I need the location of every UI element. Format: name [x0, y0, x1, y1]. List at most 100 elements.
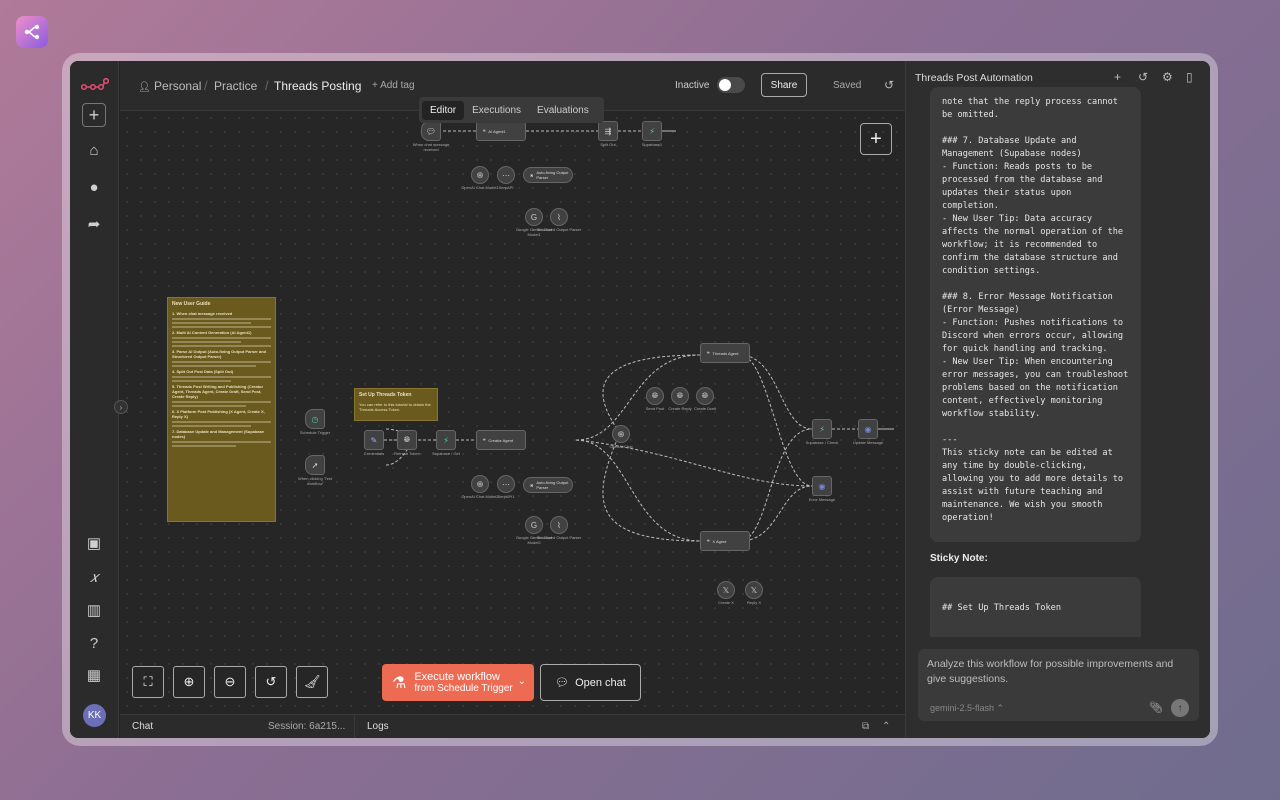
share-button[interactable]: Share	[761, 73, 807, 97]
node-creator-agent[interactable]: 🤖︎ Creator Agent	[476, 430, 526, 450]
tools-icon: ✖	[530, 172, 534, 178]
breadcrumb-practice[interactable]: Practice	[214, 79, 257, 93]
robot-icon: 🤖︎	[483, 437, 486, 442]
http-icon[interactable]: 🌐︎	[671, 387, 689, 405]
node-label: Split Out	[600, 142, 616, 147]
logs-tab[interactable]: Logs	[367, 721, 389, 732]
active-toggle[interactable]	[717, 77, 745, 93]
chevron-up-icon: ⌃	[996, 703, 1005, 713]
x-icon[interactable]: 𝕏	[745, 581, 763, 599]
node-supabase-get[interactable]: ⚡︎	[436, 430, 456, 450]
model-selector[interactable]: gemini-2.5-flash ⌃	[930, 703, 1004, 714]
node-ai-agent[interactable]: 🤖︎ AI Agent1	[476, 121, 526, 141]
node-label: Supabase1	[641, 142, 663, 147]
serpapi-icon[interactable]: ⋯	[497, 475, 515, 493]
structured-parser-icon[interactable]: ⌇	[550, 516, 568, 534]
user-icon[interactable]: ●	[82, 175, 106, 199]
expand-panel-toggle[interactable]: ›	[114, 400, 128, 414]
chat-icon: 💬︎	[555, 677, 570, 689]
variables-icon[interactable]: 𝑥	[82, 565, 106, 589]
node-supabase[interactable]: ⚡︎	[642, 121, 662, 141]
openai-icon[interactable]: ֍	[612, 425, 630, 443]
breadcrumb-personal[interactable]: 👤︎ Personal	[138, 79, 201, 93]
zoom-in-button[interactable]: ⊕	[173, 666, 205, 698]
new-chat-icon[interactable]: +	[1114, 70, 1121, 84]
tab-executions[interactable]: Executions	[464, 101, 529, 120]
node-schedule-trigger[interactable]: ◷	[305, 409, 325, 429]
node-label: Update Message	[852, 440, 884, 445]
attach-icon[interactable]: 📎︎	[1149, 701, 1163, 714]
node-label: Reply X	[746, 600, 761, 605]
node-credentials[interactable]: ✎	[364, 430, 384, 450]
node-supabase-check[interactable]: ⚡︎	[812, 419, 832, 439]
node-x-agent[interactable]: 🤖︎ X Agent	[700, 531, 750, 551]
chevron-down-icon[interactable]: ⌄	[518, 676, 526, 687]
avatar[interactable]: KK	[83, 704, 106, 727]
serpapi-icon[interactable]: ⋯	[497, 166, 515, 184]
node-chat-trigger[interactable]: 💬︎	[421, 121, 441, 141]
http-icon[interactable]: 🌐︎	[646, 387, 664, 405]
node-threads-agent[interactable]: 🤖︎ Threads Agent	[700, 343, 750, 363]
gift-icon[interactable]: ▦	[82, 663, 106, 687]
node-label: Supabase / Check	[805, 440, 839, 445]
help-icon[interactable]: ?	[82, 631, 106, 655]
history-icon[interactable]: ↺	[1138, 70, 1148, 84]
node-split-out[interactable]: ⇶	[598, 121, 618, 141]
node-auto-fixing-parser[interactable]: ✖ Auto-fixing Output Parser	[523, 167, 573, 183]
collapse-panel-icon[interactable]: ▯	[1186, 70, 1193, 84]
home-icon[interactable]: ⌂	[82, 138, 106, 162]
sticky-note-guide[interactable]: New User Guide 1. When chat message rece…	[167, 297, 276, 522]
node-label: When chat message received	[412, 142, 450, 152]
sticky-note-token[interactable]: Set Up Threads Token You can refer to th…	[354, 388, 438, 421]
structured-parser-icon[interactable]: ⌇	[550, 208, 568, 226]
history-icon[interactable]: ↺	[884, 78, 894, 92]
zoom-out-button[interactable]: ⊖	[214, 666, 246, 698]
tools-icon: ✖	[530, 482, 534, 488]
node-error-message[interactable]: ◉	[812, 476, 832, 496]
tab-evaluations[interactable]: Evaluations	[529, 101, 597, 120]
tidy-up-button[interactable]: 🧹︎	[296, 666, 328, 698]
node-manual-trigger[interactable]: ➚	[305, 455, 325, 475]
execute-workflow-button[interactable]: ⚗ Execute workflow from Schedule Trigger…	[382, 664, 534, 701]
workflow-canvas[interactable]: + › 💬︎ When chat message received 🤖︎ AI A…	[114, 111, 905, 714]
settings-icon[interactable]: ⚙	[1162, 70, 1173, 84]
share-arrow-icon[interactable]: ➦	[82, 212, 106, 236]
chat-tab[interactable]: Chat	[132, 721, 153, 732]
robot-icon: 🤖︎	[707, 350, 710, 355]
insights-icon[interactable]: ▥	[82, 598, 106, 622]
n8n-logo-icon[interactable]	[80, 73, 110, 97]
tab-editor[interactable]: Editor	[422, 100, 465, 120]
app-window: + ⌂ ● ➦ ▣ 𝑥 ▥ ? ▦ KK 👤︎ Personal / Pract…	[70, 61, 1210, 738]
reset-zoom-button[interactable]: ↺	[255, 666, 287, 698]
http-icon[interactable]: 🌐︎	[696, 387, 714, 405]
node-label: Create Draft	[694, 406, 716, 411]
popout-icon[interactable]: ⧉	[862, 721, 869, 732]
flask-icon: ⚗	[392, 674, 407, 692]
node-label: Supabase / Get	[432, 451, 460, 456]
openai-icon[interactable]: ֍	[471, 166, 489, 184]
node-refresh-token[interactable]: 🌐︎	[397, 430, 417, 450]
chevron-up-icon[interactable]: ⌃	[882, 721, 890, 732]
gemini-icon[interactable]: G	[525, 208, 543, 226]
app-icon[interactable]	[16, 16, 48, 48]
add-node-button[interactable]: +	[860, 123, 892, 155]
open-chat-button[interactable]: 💬︎ Open chat	[540, 664, 641, 701]
panel-title: Threads Post Automation	[915, 72, 1033, 84]
node-label: Schedule Trigger	[299, 430, 331, 435]
openai-icon[interactable]: ֍	[471, 475, 489, 493]
node-auto-fixing-parser[interactable]: ✖ Auto-fixing Output Parser	[523, 477, 573, 493]
left-sidebar: + ⌂ ● ➦ ▣ 𝑥 ▥ ? ▦ KK	[70, 61, 119, 738]
templates-icon[interactable]: ▣	[82, 531, 106, 555]
status-label: Inactive	[675, 80, 710, 91]
view-tabs: Editor Executions Evaluations	[419, 97, 604, 123]
add-tag-button[interactable]: + Add tag	[372, 80, 415, 91]
workflow-name[interactable]: Threads Posting	[274, 79, 361, 93]
breadcrumb-separator: /	[204, 78, 208, 93]
send-button[interactable]: ↑	[1171, 699, 1189, 717]
create-button[interactable]: +	[82, 103, 106, 127]
x-icon[interactable]: 𝕏	[717, 581, 735, 599]
node-label: SerpAPI1	[497, 494, 515, 499]
node-discord-update[interactable]: ◉	[858, 419, 878, 439]
gemini-icon[interactable]: G	[525, 516, 543, 534]
fit-view-button[interactable]: ⛶	[132, 666, 164, 698]
